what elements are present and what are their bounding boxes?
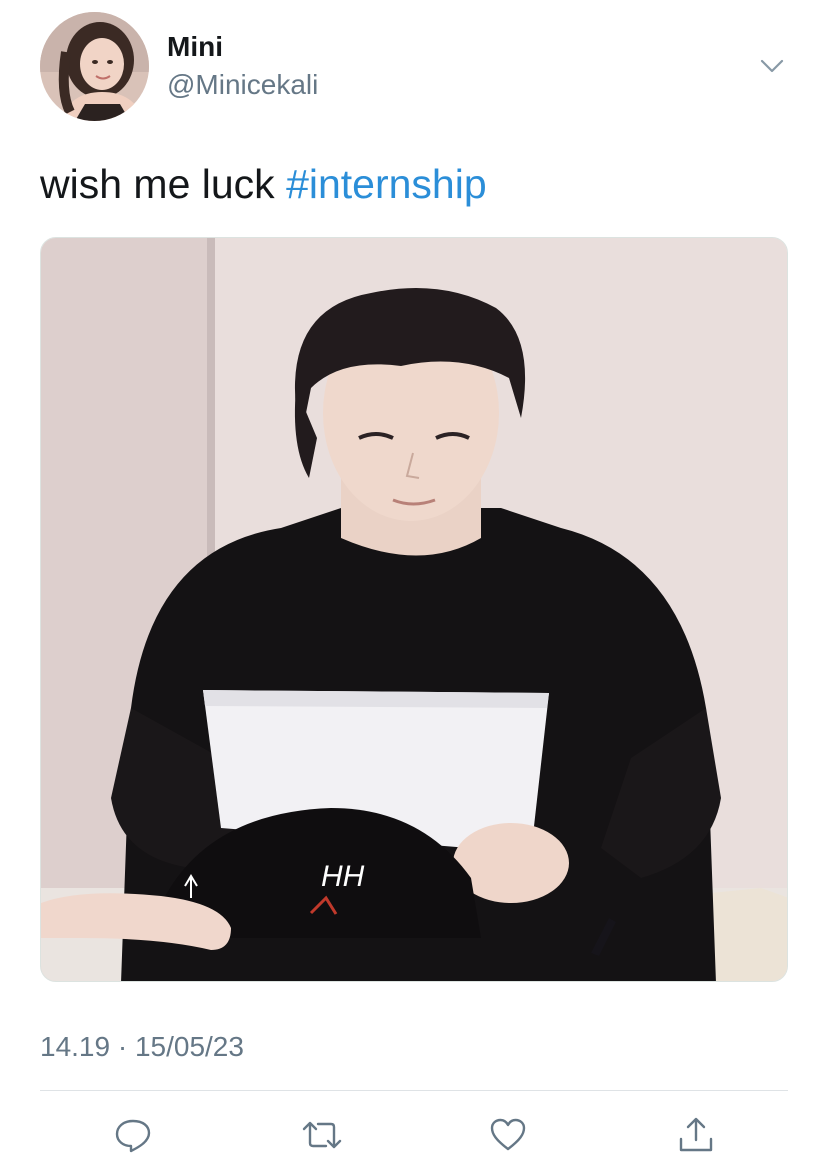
more-options-button[interactable]: [752, 50, 792, 82]
tweet-photo[interactable]: HH: [40, 237, 788, 982]
share-icon: [679, 1117, 713, 1152]
avatar-image: [40, 12, 149, 121]
chevron-down-icon: [760, 59, 784, 73]
hashtag-link[interactable]: #internship: [286, 161, 487, 207]
tweet-timestamp[interactable]: 14.19 · 15/05/23: [40, 1030, 244, 1064]
user-handle[interactable]: @Minicekali: [167, 68, 318, 102]
reply-button[interactable]: [111, 1113, 155, 1157]
retweet-icon: [302, 1121, 342, 1149]
tweet-body: wish me luck: [40, 161, 287, 207]
retweet-button[interactable]: [300, 1113, 344, 1157]
heart-icon: [490, 1118, 526, 1151]
bag-logo-text: HH: [321, 860, 365, 893]
display-name[interactable]: Mini: [167, 30, 223, 64]
photo-illustration: HH: [41, 238, 787, 981]
avatar[interactable]: [40, 12, 149, 121]
like-button[interactable]: [486, 1113, 530, 1157]
reply-icon: [115, 1119, 151, 1153]
tweet-text: wish me luck #internship: [40, 158, 487, 210]
share-button[interactable]: [674, 1113, 718, 1157]
action-divider: [40, 1090, 788, 1091]
